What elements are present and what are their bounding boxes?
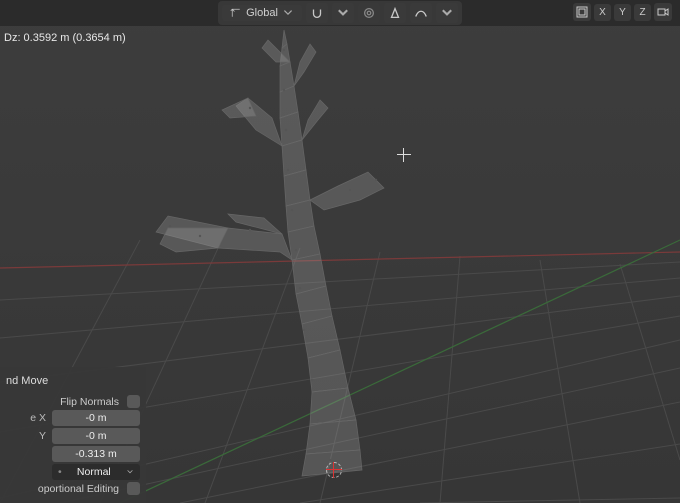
orientation-select[interactable]: Normal	[52, 464, 140, 480]
snap-dropdown[interactable]	[332, 3, 354, 23]
axis-z-button[interactable]: Z	[634, 4, 651, 21]
move-x-label: e X	[0, 412, 46, 424]
move-z-field[interactable]: -0.313 m	[52, 446, 140, 462]
camera-view-button[interactable]	[654, 3, 672, 21]
axis-y-button[interactable]: Y	[614, 4, 631, 21]
proportional-editing-toggle[interactable]	[358, 3, 380, 23]
cursor-3d-icon	[397, 148, 411, 162]
falloff-menu[interactable]	[410, 3, 432, 23]
snap-toggle[interactable]	[306, 3, 328, 23]
prop-edit-label: oportional Editing	[38, 483, 121, 495]
axis-x-button[interactable]: X	[594, 4, 611, 21]
viewport-header: Global X Y Z	[0, 0, 680, 26]
chevron-down-icon	[126, 468, 134, 476]
transform-orientation-dropdown[interactable]: Global	[222, 5, 302, 21]
flip-normals-label: Flip Normals	[60, 396, 121, 408]
chevron-down-icon	[282, 7, 294, 19]
move-x-field[interactable]: -0 m	[52, 410, 140, 426]
flip-normals-checkbox[interactable]	[127, 395, 140, 408]
options-dropdown[interactable]	[436, 3, 458, 23]
proportional-falloff-dropdown[interactable]	[384, 3, 406, 23]
orientation-label: Global	[246, 7, 278, 19]
move-y-field[interactable]: -0 m	[52, 428, 140, 444]
transform-status-text: Dz: 0.3592 m (0.3654 m)	[4, 32, 126, 44]
object-origin-icon	[326, 462, 342, 478]
prop-edit-checkbox[interactable]	[127, 482, 140, 495]
view-perspective-toggle[interactable]	[573, 3, 591, 21]
operator-panel: nd Move Flip Normals e X -0 m Y -0 m -0.…	[0, 367, 146, 503]
operator-panel-title: nd Move	[0, 371, 140, 393]
move-y-label: Y	[0, 430, 46, 442]
